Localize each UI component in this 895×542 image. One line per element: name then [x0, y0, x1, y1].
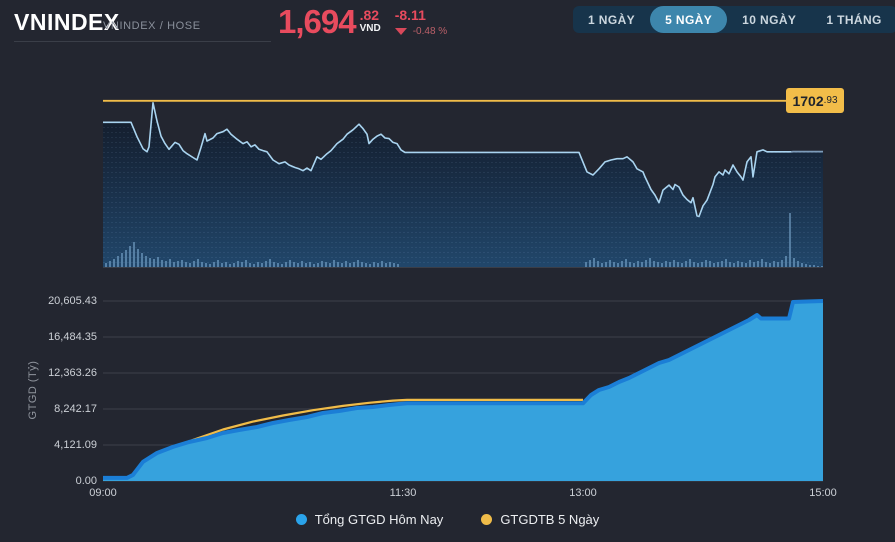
price-change: -8.11 — [395, 8, 447, 23]
volume-bar — [153, 259, 155, 268]
volume-bar — [705, 260, 707, 268]
volume-bar — [761, 259, 763, 268]
volume-bar — [709, 261, 711, 268]
y-axis-tick-label: 4,121.09 — [0, 439, 97, 451]
price-area-texture — [103, 62, 823, 268]
legend-dot-icon — [481, 514, 492, 525]
last-price: 1,694 — [278, 2, 356, 42]
volume-bar — [321, 261, 323, 268]
volume-bar — [113, 259, 115, 268]
y-axis-tick-label: 12,363.26 — [0, 367, 97, 379]
volume-bar — [121, 253, 123, 268]
volume-bar — [169, 259, 171, 268]
volume-bar — [137, 249, 139, 268]
volume-bar — [793, 258, 795, 268]
volume-bar — [133, 242, 135, 268]
y-axis-tick-label: 16,484.35 — [0, 331, 97, 343]
volume-bar — [649, 258, 651, 268]
volume-bar — [689, 259, 691, 268]
volume-bar — [725, 259, 727, 268]
volume-bar — [129, 246, 131, 268]
legend-item[interactable]: Tổng GTGD Hôm Nay — [296, 512, 444, 527]
reference-price-label: 1702.93 — [786, 88, 844, 113]
chart-legend: Tổng GTGD Hôm Nay GTGDTB 5 Ngày — [0, 512, 895, 527]
legend-label: GTGDTB 5 Ngày — [500, 512, 599, 527]
down-triangle-icon — [395, 28, 407, 35]
volume-bar — [161, 260, 163, 268]
volume-bar — [181, 260, 183, 268]
volume-bar — [757, 261, 759, 268]
range-button-1-thang[interactable]: 1 THÁNG — [811, 6, 895, 33]
volume-bar — [301, 261, 303, 268]
volume-bar — [645, 260, 647, 268]
volume-bar — [673, 260, 675, 268]
x-axis-tick-label: 09:00 — [73, 487, 133, 499]
volume-bar — [653, 261, 655, 268]
range-button-10-ngay[interactable]: 10 NGÀY — [727, 6, 811, 33]
legend-label: Tổng GTGD Hôm Nay — [315, 512, 444, 527]
volume-bar — [117, 256, 119, 268]
volume-bar — [381, 261, 383, 268]
volume-bar — [149, 258, 151, 268]
value-chart-y-axis-title: GTGD (Tỷ) — [27, 315, 39, 465]
volume-bar — [165, 261, 167, 268]
volume-bar — [109, 261, 111, 268]
volume-bar — [785, 256, 787, 268]
volume-bar — [125, 250, 127, 268]
price-block: 1,694 .82 VND -8.11 -0.48 % — [278, 2, 447, 42]
y-axis-tick-label: 0.00 — [0, 475, 97, 487]
volume-bar — [269, 259, 271, 268]
volume-bar — [345, 261, 347, 268]
volume-bar — [237, 261, 239, 268]
range-button-1-ngay[interactable]: 1 NGÀY — [573, 6, 650, 33]
volume-bar — [665, 261, 667, 268]
range-button-5-ngay[interactable]: 5 NGÀY — [650, 6, 727, 33]
trading-dashboard: { "header": { "title": "VNINDEX", "subti… — [0, 0, 895, 542]
legend-item[interactable]: GTGDTB 5 Ngày — [481, 512, 599, 527]
gtgd-today-area — [103, 301, 823, 481]
y-axis-tick-label: 20,605.43 — [0, 295, 97, 307]
x-axis-tick-label: 13:00 — [553, 487, 613, 499]
volume-bar — [265, 261, 267, 268]
volume-bar — [597, 261, 599, 268]
legend-dot-icon — [296, 514, 307, 525]
volume-bar — [145, 256, 147, 268]
volume-bar — [749, 260, 751, 268]
volume-bar — [789, 213, 791, 268]
volume-bar — [289, 260, 291, 268]
volume-bar — [637, 261, 639, 268]
range-button-group: 1 NGÀY 5 NGÀY 10 NGÀY 1 THÁNG — [573, 6, 895, 33]
volume-bar — [193, 261, 195, 268]
volume-bar — [357, 260, 359, 268]
header-divider — [14, 41, 271, 42]
volume-bar — [721, 261, 723, 268]
traded-value-chart[interactable] — [103, 301, 823, 481]
volume-bar — [593, 258, 595, 268]
volume-bar — [217, 260, 219, 268]
volume-bar — [333, 260, 335, 268]
volume-bar — [197, 259, 199, 268]
last-price-decimals: .82 — [360, 8, 381, 23]
volume-bar — [685, 261, 687, 268]
volume-bar — [773, 261, 775, 268]
currency-label: VND — [360, 23, 381, 35]
symbol-exchange-subtitle: VNINDEX / HOSE — [103, 20, 201, 32]
volume-bar — [157, 257, 159, 268]
x-axis-tick-label: 15:00 — [793, 487, 853, 499]
volume-bar — [737, 261, 739, 268]
volume-bar — [141, 253, 143, 268]
price-change-percent: -0.48 % — [413, 26, 447, 37]
volume-bar — [797, 261, 799, 268]
price-chart[interactable] — [103, 62, 823, 268]
volume-bar — [177, 261, 179, 268]
volume-bar — [609, 260, 611, 268]
volume-bar — [621, 261, 623, 268]
y-axis-tick-label: 8,242.17 — [0, 403, 97, 415]
volume-bar — [589, 260, 591, 268]
volume-bar — [245, 260, 247, 268]
x-axis-tick-label: 11:30 — [373, 487, 433, 499]
volume-bar — [781, 260, 783, 268]
volume-bar — [625, 259, 627, 268]
